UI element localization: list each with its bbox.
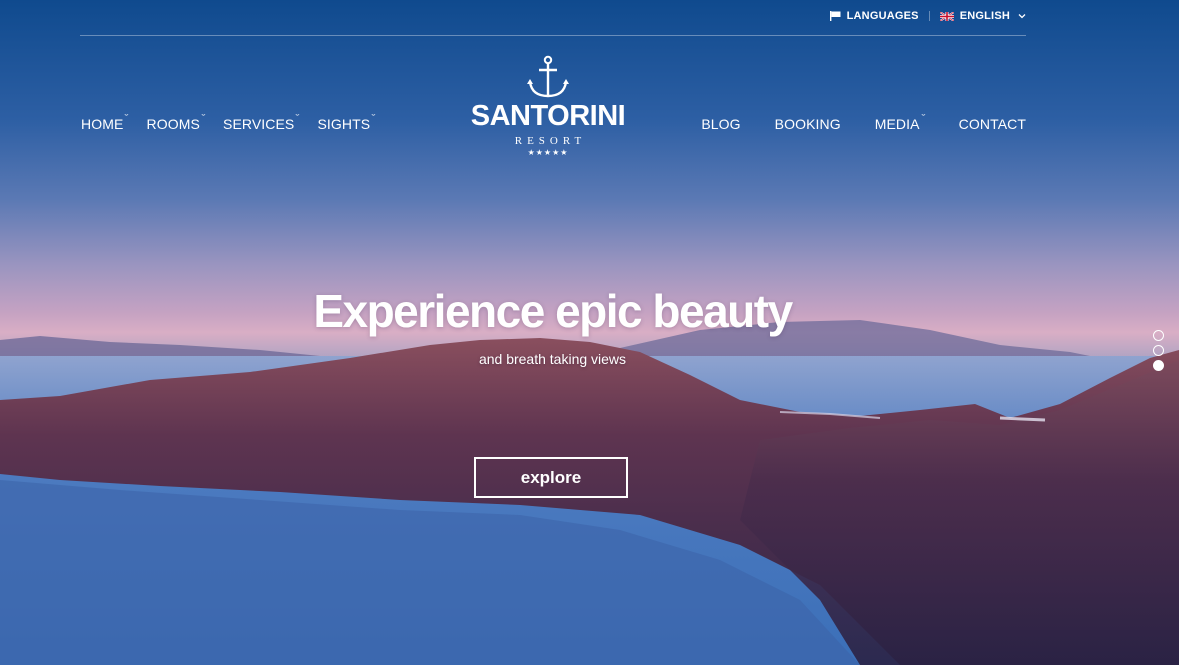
header-divider — [80, 35, 1026, 36]
nav-item-home[interactable]: HOME ˇ — [81, 113, 129, 133]
nav-item-sights[interactable]: SIGHTS ˇ — [317, 113, 376, 133]
nav-item-label: HOME — [81, 116, 124, 132]
chevron-down-icon: ˇ — [371, 113, 376, 123]
logo-subtitle: RESORT — [514, 135, 587, 147]
slider-dot[interactable] — [1153, 330, 1164, 341]
hero-headline: Experience epic beauty — [313, 285, 793, 337]
nav-item-label: ROOMS — [146, 116, 200, 132]
chevron-down-icon: ˇ — [295, 113, 300, 123]
language-selector[interactable]: ENGLISH — [939, 10, 1026, 22]
hero-subline: and breath taking views — [478, 351, 627, 367]
nav-item-label: SIGHTS — [317, 116, 371, 132]
hero-section: LANGUAGES ENGLISH HOME ˇ ROOMS ˇ SERVICE… — [0, 0, 1179, 665]
chevron-down-icon: ˇ — [201, 113, 206, 123]
nav-item-label: MEDIA — [874, 116, 920, 132]
nav-item-blog[interactable]: BLOG — [701, 116, 740, 132]
language-selected: ENGLISH — [959, 10, 1010, 22]
main-nav-left: HOME ˇ ROOMS ˇ SERVICES ˇ SIGHTS ˇ — [81, 113, 393, 133]
nav-item-media[interactable]: MEDIA ˇ — [874, 113, 926, 133]
nav-item-label: SERVICES — [223, 116, 295, 132]
slider-dot-active[interactable] — [1153, 360, 1164, 371]
flag-icon — [829, 11, 841, 21]
top-utility-bar: LANGUAGES ENGLISH — [829, 10, 1026, 22]
nav-item-label: BOOKING — [774, 116, 841, 132]
chevron-down-icon: ˇ — [124, 113, 129, 123]
nav-item-label: CONTACT — [958, 116, 1026, 132]
main-nav-right: BLOG BOOKING MEDIA ˇ CONTACT — [667, 113, 1026, 133]
nav-item-contact[interactable]: CONTACT — [959, 116, 1026, 132]
logo-name: SANTORINI — [470, 100, 626, 132]
nav-item-booking[interactable]: BOOKING — [775, 116, 841, 132]
nav-item-rooms[interactable]: ROOMS ˇ — [146, 113, 206, 133]
languages-link[interactable]: LANGUAGES — [829, 10, 919, 22]
nav-item-services[interactable]: SERVICES ˇ — [223, 113, 300, 133]
languages-label: LANGUAGES — [846, 10, 919, 22]
explore-button[interactable]: explore — [474, 457, 628, 498]
uk-flag-icon — [939, 11, 954, 21]
logo-stars: ★★★★★ — [527, 148, 569, 157]
chevron-down-icon: ˇ — [921, 113, 926, 123]
chevron-down-icon — [1018, 14, 1026, 19]
topbar-separator — [928, 11, 930, 21]
slider-pagination — [1153, 330, 1164, 371]
anchor-icon — [527, 55, 569, 98]
slider-dot[interactable] — [1153, 345, 1164, 356]
nav-item-label: BLOG — [701, 116, 741, 132]
site-logo[interactable]: SANTORINI RESORT ★★★★★ — [467, 55, 629, 157]
